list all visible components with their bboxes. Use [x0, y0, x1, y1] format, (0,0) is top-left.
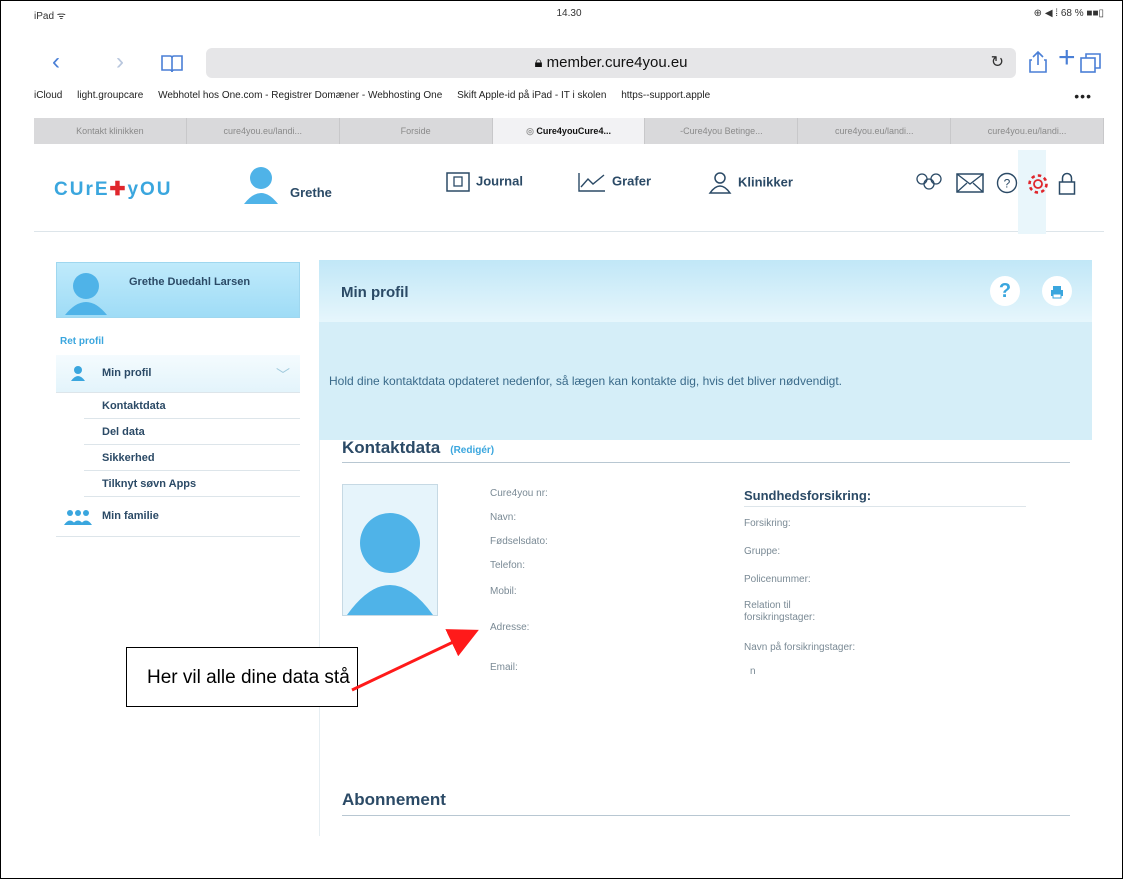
annotation-arrow-icon — [351, 629, 479, 692]
